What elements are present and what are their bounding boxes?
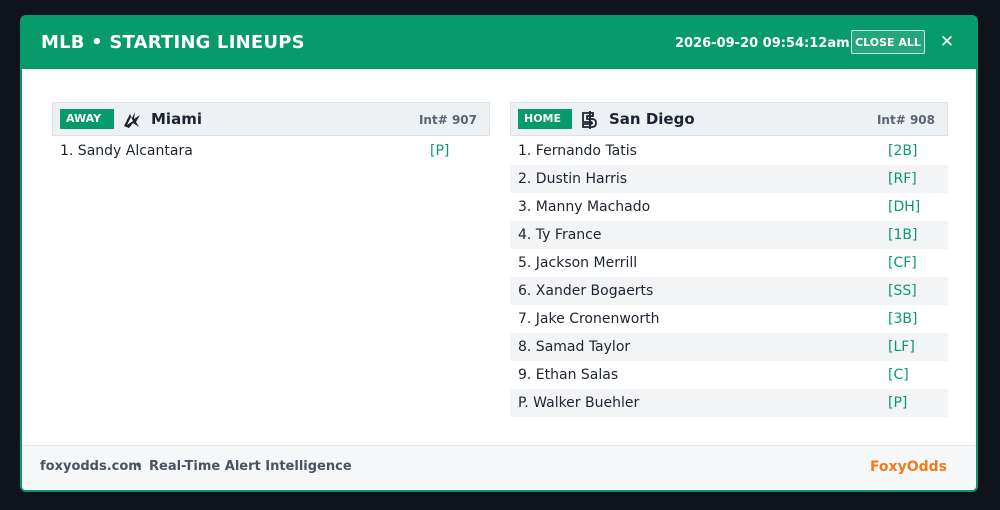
lineup-row: P. Walker Buehler [P] bbox=[510, 389, 948, 417]
close-icon[interactable]: ✕ bbox=[936, 31, 958, 53]
player-name: 1. Sandy Alcantara bbox=[60, 143, 193, 159]
player-position: [2B] bbox=[888, 143, 918, 159]
player-position: [P] bbox=[888, 395, 908, 411]
player-name: 3. Manny Machado bbox=[518, 199, 651, 215]
home-lineup-panel: HOME San Diego Int# 908 1. Fernando Tati… bbox=[510, 102, 948, 417]
lineup-row: 1. Fernando Tatis [2B] bbox=[510, 137, 948, 165]
padres-logo-icon bbox=[582, 111, 597, 129]
player-name: 2. Dustin Harris bbox=[518, 171, 628, 187]
away-badge: AWAY bbox=[60, 109, 114, 129]
player-position: [RF] bbox=[888, 171, 917, 187]
home-team-header: HOME San Diego Int# 908 bbox=[510, 102, 948, 136]
player-name: 8. Samad Taylor bbox=[518, 339, 631, 355]
lineup-row: 8. Samad Taylor [LF] bbox=[510, 333, 948, 361]
lineup-row: 1. Sandy Alcantara [P] bbox=[52, 137, 490, 165]
player-name: 4. Ty France bbox=[518, 227, 602, 243]
page-title: MLB • STARTING LINEUPS bbox=[41, 32, 305, 53]
player-name: 6. Xander Bogaerts bbox=[518, 283, 654, 299]
player-name: 5. Jackson Merrill bbox=[518, 255, 638, 271]
lineup-row: 6. Xander Bogaerts [SS] bbox=[510, 277, 948, 305]
lineup-row: 4. Ty France [1B] bbox=[510, 221, 948, 249]
footer-site-link[interactable]: foxyodds.com bbox=[40, 459, 142, 474]
player-name: 9. Ethan Salas bbox=[518, 367, 619, 383]
footer: foxyodds.com • Real-Time Alert Intellige… bbox=[22, 445, 976, 490]
player-name: 1. Fernando Tatis bbox=[518, 143, 637, 159]
footer-tagline: Real-Time Alert Intelligence bbox=[149, 459, 352, 474]
lineup-row: 9. Ethan Salas [C] bbox=[510, 361, 948, 389]
home-badge: HOME bbox=[518, 109, 572, 129]
alert-timestamp: 2026-09-20 09:54:12am bbox=[675, 36, 850, 51]
player-position: [1B] bbox=[888, 227, 918, 243]
away-lineup-panel: AWAY Miami Int# 907 1. Sandy Alcantara [P… bbox=[52, 102, 490, 165]
marlins-logo-icon bbox=[124, 112, 140, 128]
away-lineup-list: 1. Sandy Alcantara [P] bbox=[52, 137, 490, 165]
away-int-number: Int# 907 bbox=[418, 113, 477, 127]
title-bar: MLB • STARTING LINEUPS 2026-09-20 09:54:… bbox=[22, 17, 976, 69]
player-position: [CF] bbox=[888, 255, 917, 271]
lineup-row: 2. Dustin Harris [RF] bbox=[510, 165, 948, 193]
player-position: [DH] bbox=[888, 199, 921, 215]
player-position: [C] bbox=[888, 367, 909, 383]
lineup-row: 5. Jackson Merrill [CF] bbox=[510, 249, 948, 277]
footer-separator: • bbox=[135, 459, 143, 474]
player-position: [P] bbox=[430, 143, 450, 159]
home-int-number: Int# 908 bbox=[876, 113, 935, 127]
home-team-name: San Diego bbox=[609, 110, 695, 128]
footer-brand: FoxyOdds bbox=[869, 459, 947, 475]
home-lineup-list: 1. Fernando Tatis [2B] 2. Dustin Harris [RF… bbox=[510, 137, 948, 417]
lineup-row: 3. Manny Machado [DH] bbox=[510, 193, 948, 221]
close-all-button[interactable]: CLOSE ALL bbox=[851, 30, 925, 54]
away-team-name: Miami bbox=[151, 110, 202, 128]
player-position: [LF] bbox=[888, 339, 915, 355]
lineup-alert-window: MLB • STARTING LINEUPS 2026-09-20 09:54:… bbox=[20, 15, 978, 492]
away-team-header: AWAY Miami Int# 907 bbox=[52, 102, 490, 136]
player-position: [SS] bbox=[888, 283, 917, 299]
player-name: P. Walker Buehler bbox=[518, 395, 640, 411]
lineup-row: 7. Jake Cronenworth [3B] bbox=[510, 305, 948, 333]
player-name: 7. Jake Cronenworth bbox=[518, 311, 660, 327]
player-position: [3B] bbox=[888, 311, 918, 327]
